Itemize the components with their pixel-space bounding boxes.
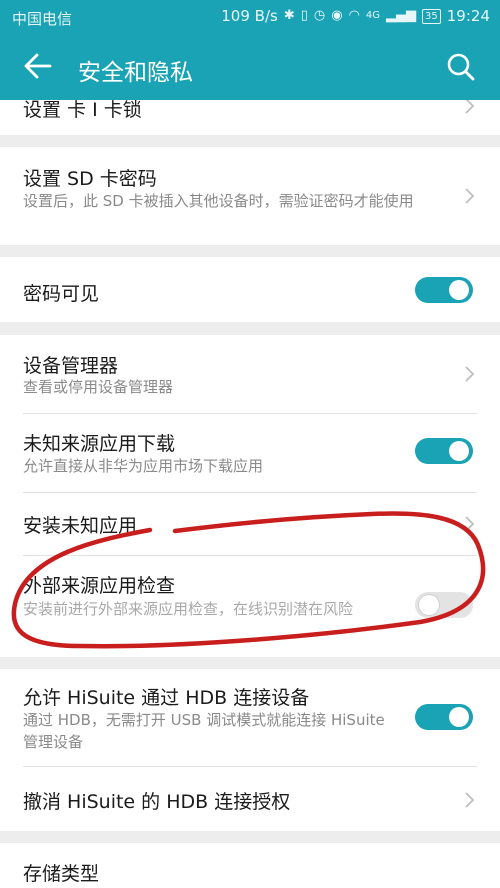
settings-card-hisuite: 允许 HiSuite 通过 HDB 连接设备 通过 HDB，无需打开 USB 调…	[0, 669, 500, 831]
toggle-knob	[449, 280, 469, 300]
device-manager-subtitle: 查看或停用设备管理器	[23, 378, 174, 396]
sd-password-subtitle: 设置后，此 SD 卡被插入其他设备时，需验证密码才能使用	[23, 192, 414, 210]
sd-password-item[interactable]: 设置 SD 卡密码 设置后，此 SD 卡被插入其他设备时，需验证密码才能使用	[0, 147, 500, 245]
toggle-knob	[419, 595, 439, 615]
external-source-check-subtitle: 安装前进行外部来源应用检查，在线识别潜在风险	[23, 600, 354, 618]
settings-card-device: 设备管理器 查看或停用设备管理器 未知来源应用下载 允许直接从非华为应用市场下载…	[0, 335, 500, 657]
device-manager-item[interactable]: 设备管理器 查看或停用设备管理器	[0, 335, 500, 413]
external-source-check-toggle[interactable]	[415, 592, 473, 618]
unknown-source-download-item[interactable]: 未知来源应用下载 允许直接从非华为应用市场下载应用	[0, 414, 500, 492]
sd-password-title: 设置 SD 卡密码	[23, 168, 157, 190]
chevron-right-icon	[465, 792, 475, 808]
app-bar: 安全和隐私	[0, 34, 500, 100]
storage-type-title: 存储类型	[23, 863, 100, 885]
settings-card-storage: 存储类型	[0, 843, 500, 888]
password-visible-toggle[interactable]	[415, 277, 473, 303]
toggle-knob	[449, 707, 469, 727]
alarm-icon: ◷	[313, 8, 326, 23]
bluetooth-icon: ✱	[283, 8, 295, 23]
settings-card-sd: 设置 SD 卡密码 设置后，此 SD 卡被插入其他设备时，需验证密码才能使用	[0, 147, 500, 245]
battery-icon: 35	[422, 8, 441, 24]
revoke-hisuite-item[interactable]: 撤消 HiSuite 的 HDB 连接授权	[0, 767, 500, 831]
unknown-source-download-subtitle: 允许直接从非华为应用市场下载应用	[23, 457, 264, 475]
status-icons: 109 B/s ✱ ▯ ◷ ◉ ◠ 4G ▂▄▆ 35 19:24	[221, 7, 490, 25]
storage-type-item[interactable]: 存储类型	[0, 843, 500, 888]
settings-list: 设置 卡 I 卡锁 设置 SD 卡密码 设置后，此 SD 卡被插入其他设备时，需…	[0, 100, 500, 888]
chevron-right-icon	[465, 516, 475, 532]
settings-card-password: 密码可见	[0, 257, 500, 322]
settings-card-sim: 设置 卡 I 卡锁	[0, 100, 500, 135]
install-unknown-apps-title: 安装未知应用	[23, 515, 138, 537]
carrier-label: 中国电信	[12, 10, 73, 28]
hisuite-hdb-subtitle: 通过 HDB，无需打开 USB 调试模式就能连接 HiSuite 管理设备	[23, 711, 385, 751]
eye-comfort-icon: ◉	[331, 8, 343, 23]
chevron-right-icon	[465, 188, 475, 204]
password-visible-title: 密码可见	[23, 283, 100, 305]
back-arrow-icon[interactable]	[22, 48, 54, 84]
unknown-source-download-toggle[interactable]	[415, 438, 473, 464]
wifi-icon: ◠	[348, 8, 360, 23]
chevron-right-icon	[465, 100, 475, 114]
search-icon[interactable]	[446, 52, 476, 82]
status-bar: 中国电信 109 B/s ✱ ▯ ◷ ◉ ◠ 4G ▂▄▆ 35 19:24	[0, 0, 500, 34]
external-source-check-title: 外部来源应用检查	[23, 575, 176, 597]
clock: 19:24	[446, 7, 490, 25]
sim-lock-item[interactable]: 设置 卡 I 卡锁	[0, 100, 500, 135]
hisuite-hdb-toggle[interactable]	[415, 704, 473, 730]
page-title: 安全和隐私	[78, 60, 193, 86]
sim-lock-title: 设置 卡 I 卡锁	[23, 100, 142, 121]
hisuite-hdb-title: 允许 HiSuite 通过 HDB 连接设备	[23, 687, 310, 709]
revoke-hisuite-title: 撤消 HiSuite 的 HDB 连接授权	[23, 791, 291, 813]
signal-type: 4G	[365, 10, 381, 21]
unknown-source-download-title: 未知来源应用下载	[23, 433, 176, 455]
install-unknown-apps-item[interactable]: 安装未知应用	[0, 493, 500, 555]
external-source-check-item[interactable]: 外部来源应用检查 安装前进行外部来源应用检查，在线识别潜在风险	[0, 556, 500, 656]
toggle-knob	[449, 441, 469, 461]
signal-icon: ▂▄▆	[386, 8, 417, 23]
device-manager-title: 设备管理器	[23, 355, 119, 377]
network-speed: 109 B/s	[221, 7, 278, 25]
hisuite-hdb-item[interactable]: 允许 HiSuite 通过 HDB 连接设备 通过 HDB，无需打开 USB 调…	[0, 669, 500, 766]
vibrate-icon: ▯	[300, 8, 308, 23]
chevron-right-icon	[465, 366, 475, 382]
password-visible-item[interactable]: 密码可见	[0, 257, 500, 322]
